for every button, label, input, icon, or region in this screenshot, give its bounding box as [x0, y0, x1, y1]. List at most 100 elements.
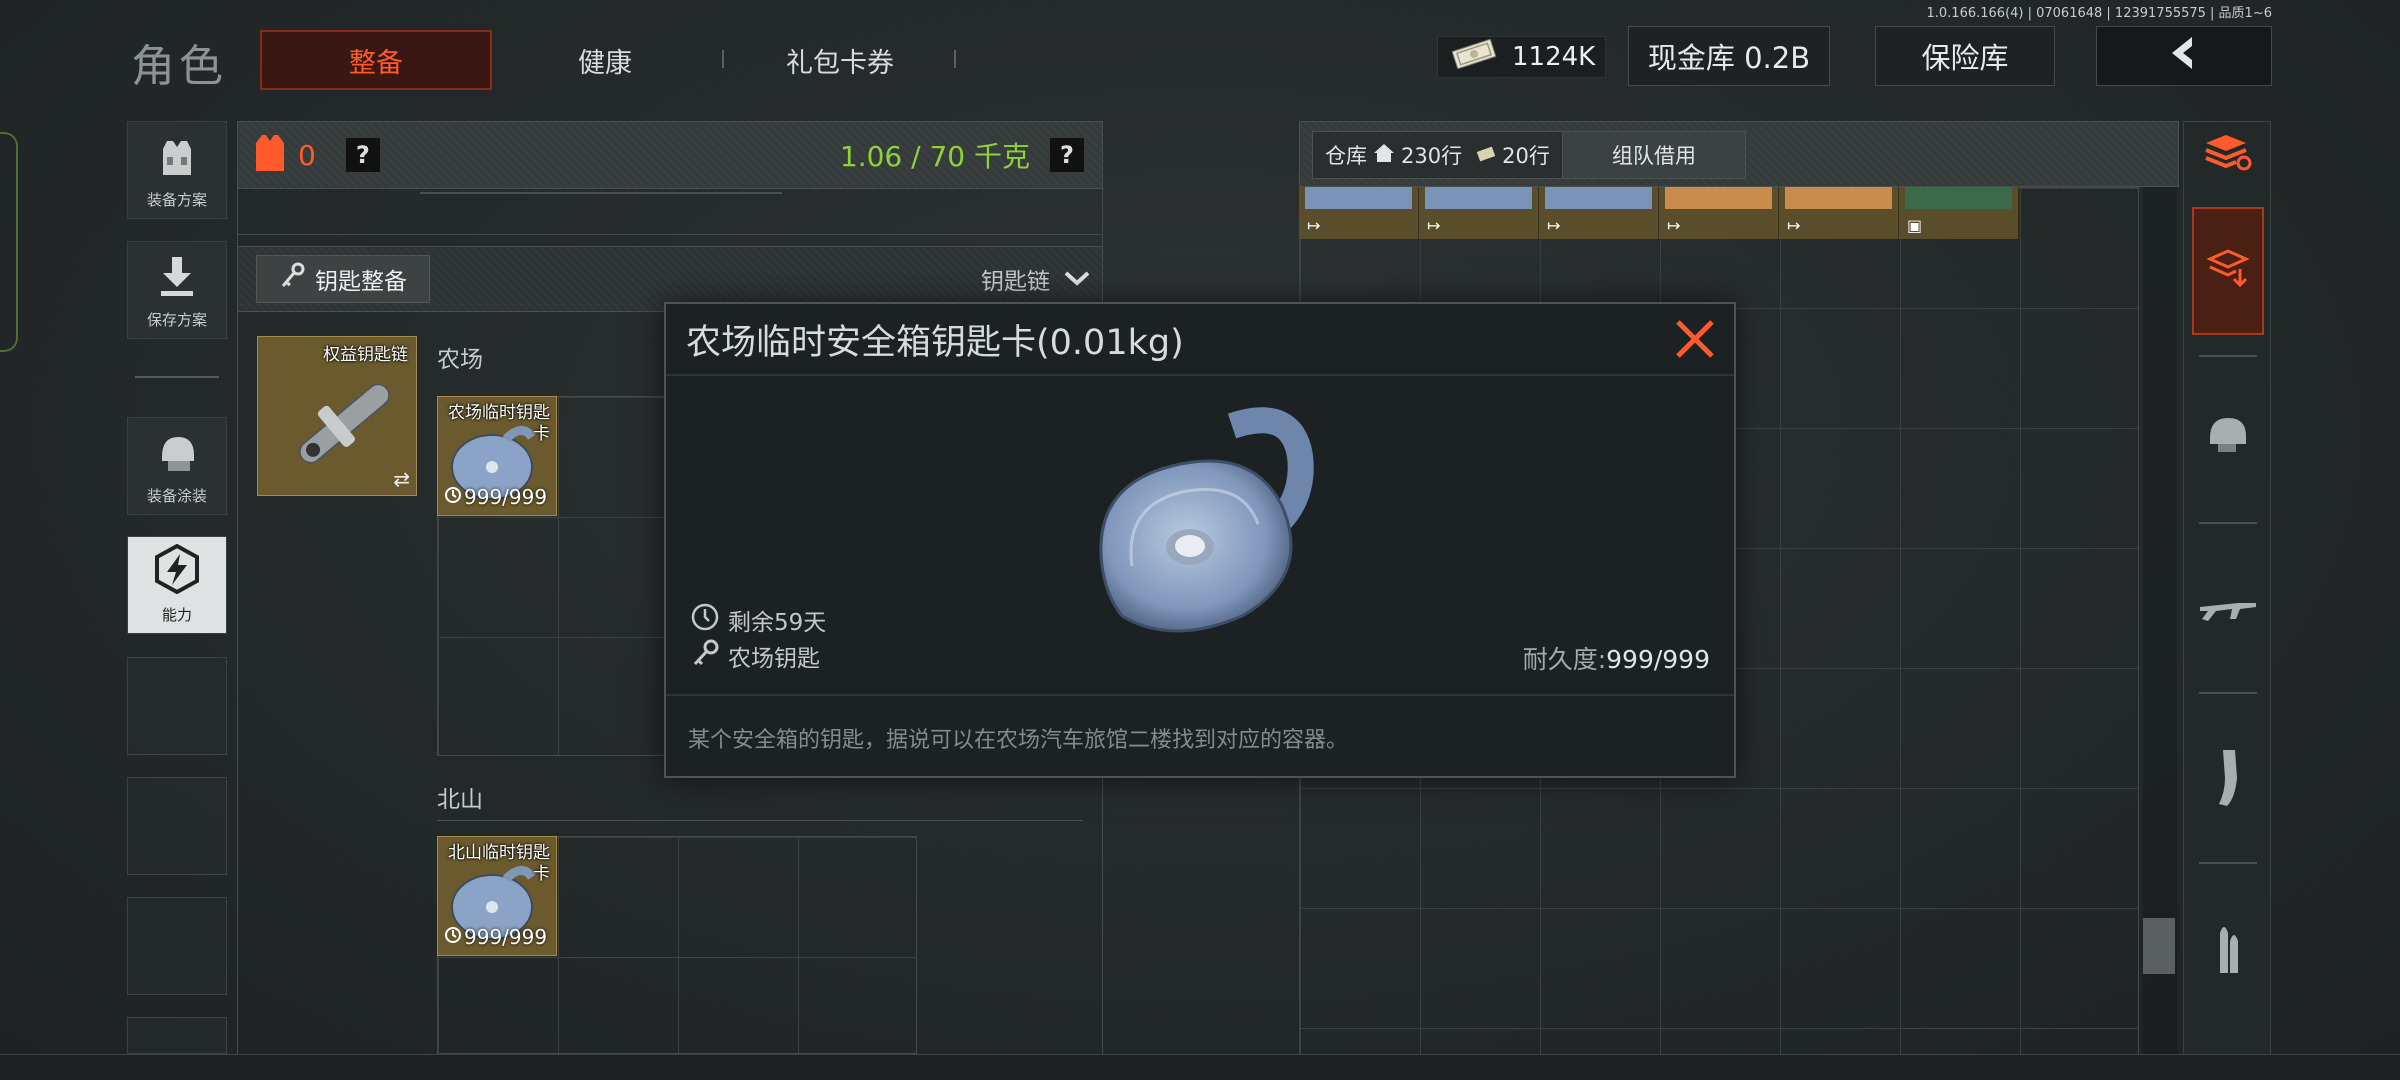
- sidebar-divider: [2199, 355, 2257, 357]
- armor-vest-icon: [254, 133, 286, 177]
- sidebar-divider: [2199, 862, 2257, 864]
- category-rifle-button[interactable]: [2193, 575, 2263, 647]
- key-icon: [690, 638, 720, 674]
- page-title: 角色: [131, 41, 227, 92]
- help-button[interactable]: ?: [345, 138, 380, 172]
- loadout-plan-label: 装备方案: [146, 191, 207, 209]
- cash-vault-button[interactable]: 现金库 0.2B: [1628, 26, 1830, 86]
- empty-slot[interactable]: [127, 657, 227, 755]
- warehouse-tag[interactable]: 仓库 230行 20行: [1312, 131, 1563, 179]
- category-helmet-button[interactable]: [2193, 400, 2263, 472]
- magazine-icon: [2213, 748, 2243, 812]
- warehouse-rows: 230行: [1401, 144, 1463, 168]
- tab-health[interactable]: 健康: [520, 30, 690, 90]
- cash-icon: [1448, 38, 1500, 76]
- empty-slot[interactable]: [127, 897, 227, 995]
- insurance-vault-button[interactable]: 保险库: [1875, 26, 2055, 86]
- loadout-plan-button[interactable]: 装备方案: [127, 121, 227, 219]
- item-count-row: 999/999: [444, 485, 547, 509]
- armor-vest-icon: [155, 135, 199, 183]
- item-detail-modal: 农场临时安全箱钥匙卡(0.01kg) 剩余59天 农场钥匙 耐久度:999/99…: [664, 302, 1736, 778]
- north-key-card-count: 999/999: [464, 925, 548, 949]
- side-drawer-handle[interactable]: [0, 132, 18, 352]
- warehouse-item[interactable]: ↦: [1419, 187, 1539, 239]
- weight-value: 1.06 / 70 千克: [839, 140, 1030, 173]
- clock-icon: [444, 486, 462, 508]
- panel-divider: [420, 192, 782, 194]
- empty-slot[interactable]: [127, 1017, 227, 1054]
- durability-value: 999/999: [1606, 645, 1710, 674]
- move-out-icon: ↦: [1787, 216, 1801, 235]
- warehouse-header: 仓库 230行 20行 组队借用: [1299, 121, 2179, 187]
- sort-stack-button[interactable]: [2193, 126, 2263, 184]
- move-out-icon: ↦: [1547, 216, 1561, 235]
- section-title-farm: 农场: [437, 347, 483, 373]
- keychain-dropdown[interactable]: 钥匙链: [981, 262, 1090, 296]
- tab-loadout[interactable]: 整备: [260, 30, 492, 90]
- currency-amount: 1124K: [1512, 42, 1596, 72]
- ability-label: 能力: [161, 606, 192, 624]
- ability-button[interactable]: 能力: [127, 536, 227, 634]
- close-icon: [1670, 320, 1720, 368]
- ammo-icon: [2210, 919, 2246, 981]
- tab-separator: [722, 50, 724, 68]
- key-type: 农场钥匙: [690, 638, 820, 674]
- warehouse-scroll-thumb[interactable]: [2143, 918, 2175, 974]
- warehouse-item[interactable]: ↦: [1299, 187, 1419, 239]
- warehouse-item[interactable]: ↦: [1539, 187, 1659, 239]
- stack-refresh-icon: [2202, 133, 2254, 177]
- close-button[interactable]: [1670, 314, 1720, 364]
- farm-key-card-slot[interactable]: 农场临时钥匙卡 999/999: [437, 396, 557, 516]
- sidebar-divider: [135, 376, 219, 378]
- warehouse-item[interactable]: ↦: [1659, 187, 1779, 239]
- durability-label: 耐久度:: [1522, 645, 1607, 674]
- empty-slot[interactable]: [127, 777, 227, 875]
- north-key-card-label: 北山临时钥匙卡: [448, 843, 550, 884]
- modal-title: 农场临时安全箱钥匙卡(0.01kg): [686, 323, 1184, 363]
- keychain-loadout-button[interactable]: 钥匙整备: [256, 255, 430, 303]
- package-icon: ▣: [1907, 216, 1923, 235]
- move-out-icon: ↦: [1427, 216, 1441, 235]
- warehouse-item[interactable]: ▣: [1899, 187, 2019, 239]
- farm-key-card-label: 农场临时钥匙卡: [448, 403, 550, 444]
- modal-divider: [666, 374, 1734, 376]
- section-divider: [437, 820, 1083, 821]
- weight-bar: 0 ? 1.06 / 70 千克 ?: [237, 121, 1103, 189]
- remaining-time: 剩余59天: [690, 602, 826, 638]
- warehouse-item[interactable]: ↦: [1779, 187, 1899, 239]
- key-icon: [279, 262, 305, 296]
- farm-key-card-count: 999/999: [464, 485, 548, 509]
- move-out-icon: ↦: [1667, 216, 1681, 235]
- durability: 耐久度:999/999: [1523, 640, 1710, 676]
- cash-icon: [1476, 143, 1496, 167]
- keychain-main-slot[interactable]: 权益钥匙链 ⇄: [257, 336, 417, 496]
- download-icon: [157, 255, 197, 303]
- clock-icon: [444, 926, 462, 948]
- keychain-dropdown-label: 钥匙链: [981, 269, 1050, 295]
- category-magazine-button[interactable]: [2193, 740, 2263, 820]
- remaining-time-text: 剩余59天: [728, 610, 827, 636]
- keychain-icon: [298, 383, 391, 464]
- team-borrow-button[interactable]: 组队借用: [1562, 131, 1746, 179]
- tab-gift-cards[interactable]: 礼包卡券: [740, 30, 940, 90]
- keychain-loadout-label: 钥匙整备: [315, 269, 407, 295]
- back-button[interactable]: [2096, 26, 2272, 86]
- keychain-main-label: 权益钥匙链: [323, 345, 408, 365]
- category-all-button[interactable]: [2192, 207, 2264, 335]
- key-type-text: 农场钥匙: [728, 646, 820, 672]
- version-info: 1.0.166.166(4) | 07061648 | 12391755575 …: [1926, 6, 2273, 21]
- currency-display: 1124K: [1437, 36, 1607, 78]
- weight-help-button[interactable]: ?: [1050, 138, 1084, 172]
- armor-count: 0: [298, 138, 316, 172]
- equipment-skin-button[interactable]: 装备涂装: [127, 417, 227, 515]
- stack-download-icon: [2206, 247, 2250, 295]
- sidebar-divider: [2199, 692, 2257, 694]
- save-plan-button[interactable]: 保存方案: [127, 241, 227, 339]
- panel-divider: [237, 234, 1103, 235]
- bottom-bar: [0, 1054, 2400, 1080]
- chevron-down-icon: [1064, 266, 1090, 292]
- category-ammo-button[interactable]: [2193, 910, 2263, 990]
- equipment-skin-label: 装备涂装: [146, 487, 207, 505]
- item-description: 某个安全箱的钥匙，据说可以在农场汽车旅馆二楼找到对应的容器。: [688, 728, 1349, 753]
- north-key-card-slot[interactable]: 北山临时钥匙卡 999/999: [437, 836, 557, 956]
